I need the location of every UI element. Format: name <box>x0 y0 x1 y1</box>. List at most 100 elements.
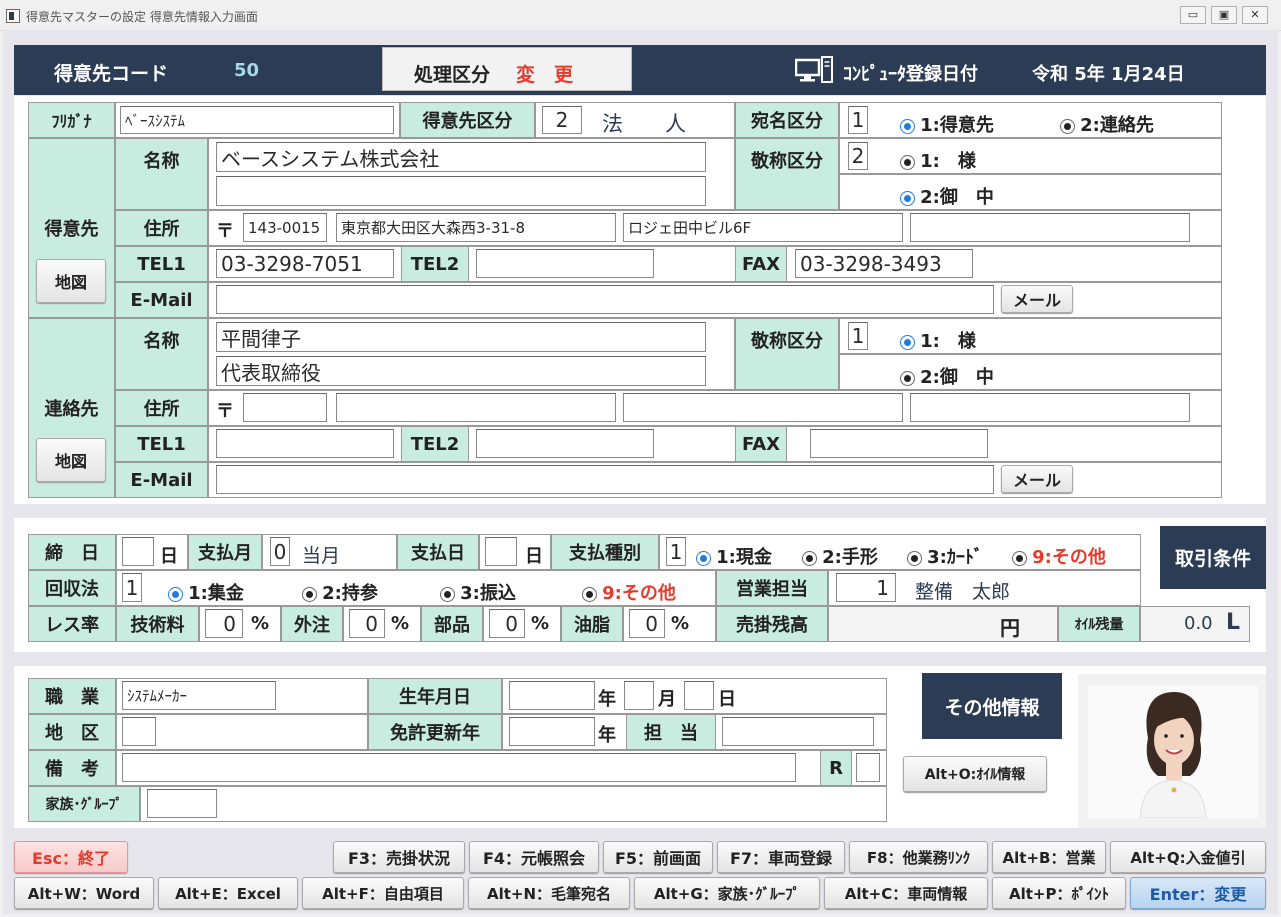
contact-name2-input[interactable]: 代表取締役 <box>216 356 706 386</box>
name2-input[interactable] <box>216 176 706 206</box>
contact-keisho-input[interactable]: 1 <box>848 322 868 350</box>
alt-c-button[interactable]: Alt+C：車両情報 <box>824 877 988 909</box>
shubetsu-option-9[interactable]: 9:その他 <box>1012 543 1106 569</box>
addr3-input[interactable] <box>910 213 1190 242</box>
close-button[interactable]: ✕ <box>1242 6 1268 24</box>
contact-tel1-input[interactable] <box>216 429 394 458</box>
radio-unselected-icon <box>302 587 317 602</box>
contact-tel2-input[interactable] <box>476 429 654 458</box>
biko-label: 備 考 <box>28 750 116 786</box>
shiharai-tsuki-input[interactable]: 0 <box>270 537 290 566</box>
alt-q-button[interactable]: Alt+Q:入金値引 <box>1110 841 1266 873</box>
chiku-input[interactable] <box>122 717 156 746</box>
contact-addr1-input[interactable] <box>336 393 616 422</box>
contact-map-button[interactable]: 地図 <box>36 438 106 482</box>
gaichu-label: 外注 <box>281 606 343 642</box>
yushi-input[interactable]: 0 <box>629 609 665 638</box>
birth-year-input[interactable] <box>509 681 595 710</box>
atena-option-2[interactable]: 2:連絡先 <box>1060 111 1154 137</box>
license-year-input[interactable] <box>509 717 595 746</box>
birth-month-input[interactable] <box>624 681 654 710</box>
f7-button[interactable]: F7：車両登録 <box>717 841 845 873</box>
shiharai-bi-input[interactable] <box>485 537 517 566</box>
fax-input[interactable]: 03-3298-3493 <box>795 249 973 278</box>
shubetsu-option-1[interactable]: 1:現金 <box>696 543 772 569</box>
f4-button[interactable]: F4：元帳照会 <box>469 841 599 873</box>
kubun-input[interactable]: 2 <box>542 106 582 134</box>
urikake-value <box>828 606 1058 642</box>
kaishu-option-1[interactable]: 1:集金 <box>168 579 244 605</box>
customer-map-button[interactable]: 地図 <box>36 259 106 303</box>
f8-button[interactable]: F8：他業務ﾘﾝｸ <box>849 841 988 873</box>
contact-addr2-input[interactable] <box>623 393 903 422</box>
kaishu-input[interactable]: 1 <box>122 573 142 602</box>
alt-b-button[interactable]: Alt+B：営業 <box>992 841 1106 873</box>
gijutsu-pct: % <box>251 613 270 634</box>
contact-email-input[interactable] <box>216 465 994 494</box>
conditions-button[interactable]: 取引条件 <box>1160 526 1266 589</box>
shime-input[interactable] <box>122 537 154 566</box>
maximize-button[interactable]: ▣ <box>1211 6 1237 24</box>
shubetsu-input[interactable]: 1 <box>666 537 686 566</box>
radio-unselected-icon <box>900 155 915 170</box>
buhin-input[interactable]: 0 <box>489 609 525 638</box>
birth-day-input[interactable] <box>684 681 714 710</box>
family-input[interactable] <box>147 789 217 818</box>
shiharai-tsuki-label: 支払月 <box>188 534 262 570</box>
kubun-text: 法 人 <box>602 112 686 136</box>
shubetsu-option-2[interactable]: 2:手形 <box>802 543 878 569</box>
contact-addr3-input[interactable] <box>910 393 1190 422</box>
kaishu-option-2[interactable]: 2:持参 <box>302 579 378 605</box>
oil-info-button[interactable]: Alt+O:ｵｲﾙ情報 <box>903 756 1047 792</box>
app-icon <box>6 9 20 23</box>
atena-option-1[interactable]: 1:得意先 <box>900 111 994 137</box>
alt-p-button[interactable]: Alt+P：ﾎﾟｲﾝﾄ <box>992 877 1126 909</box>
f3-button[interactable]: F3：売掛状況 <box>333 841 465 873</box>
contact-name1-input[interactable]: 平間律子 <box>216 322 706 352</box>
esc-exit-button[interactable]: Esc：終了 <box>14 841 128 873</box>
keisho-option-2[interactable]: 2:御 中 <box>900 183 994 209</box>
contact-addr-label: 住所 <box>115 390 208 426</box>
contact-keisho-option-1[interactable]: 1: 様 <box>900 327 976 353</box>
tel1-input[interactable]: 03-3298-7051 <box>216 249 394 278</box>
alt-f-button[interactable]: Alt+F：自由項目 <box>302 877 464 909</box>
atena-input[interactable]: 1 <box>848 106 868 134</box>
contact-keisho-option-2[interactable]: 2:御 中 <box>900 363 994 389</box>
oil-value: 0.0 <box>1184 613 1213 634</box>
gaichu-input[interactable]: 0 <box>349 609 385 638</box>
tel2-input[interactable] <box>476 249 654 278</box>
shubetsu-option-3[interactable]: 3:ｶｰﾄﾞ <box>907 543 983 569</box>
email-label: E-Mail <box>115 282 208 318</box>
alt-n-button[interactable]: Alt+N：毛筆宛名 <box>468 877 630 909</box>
keisho-input[interactable]: 2 <box>848 142 868 170</box>
r-input[interactable] <box>856 753 880 782</box>
addr1-input[interactable]: 東京都大田区大森西3-31-8 <box>336 213 616 242</box>
keisho-option-1[interactable]: 1: 様 <box>900 147 976 173</box>
furigana-input[interactable]: ﾍﾞｰｽｼｽﾃﾑ <box>120 106 394 134</box>
contact-fax-input[interactable] <box>810 429 988 458</box>
alt-w-button[interactable]: Alt+W：Word <box>14 877 154 909</box>
postal-input[interactable]: 143-0015 <box>243 213 327 242</box>
minimize-button[interactable]: ▭ <box>1180 6 1206 24</box>
kaishu-option-9[interactable]: 9:その他 <box>582 579 676 605</box>
alt-g-button[interactable]: Alt+G：家族･ｸﾞﾙｰﾌﾟ <box>634 877 820 909</box>
contact-mail-button[interactable]: メール <box>1001 465 1073 493</box>
contact-postal-input[interactable] <box>243 393 327 422</box>
shokugyo-input[interactable]: ｼｽﾃﾑﾒｰｶｰ <box>122 681 276 710</box>
f5-button[interactable]: F5：前画面 <box>603 841 713 873</box>
biko-input[interactable] <box>122 753 796 782</box>
customer-mail-button[interactable]: メール <box>1001 285 1073 313</box>
eigyo-input[interactable]: 1 <box>836 573 896 602</box>
tel2-label: TEL2 <box>401 246 469 282</box>
radio-unselected-icon <box>802 551 817 566</box>
code-label: 得意先コード <box>54 63 169 85</box>
tanto-input[interactable] <box>722 717 874 746</box>
addr2-input[interactable]: ロジェ田中ビル6F <box>623 213 903 242</box>
name1-input[interactable]: ベースシステム株式会社 <box>216 142 706 172</box>
alt-e-button[interactable]: Alt+E：Excel <box>158 877 298 909</box>
enter-change-button[interactable]: Enter：変更 <box>1130 877 1266 909</box>
gijutsu-input[interactable]: 0 <box>205 609 243 638</box>
other-info-button[interactable]: その他情報 <box>922 673 1062 739</box>
kaishu-option-3[interactable]: 3:振込 <box>440 579 516 605</box>
email-input[interactable] <box>216 285 994 314</box>
